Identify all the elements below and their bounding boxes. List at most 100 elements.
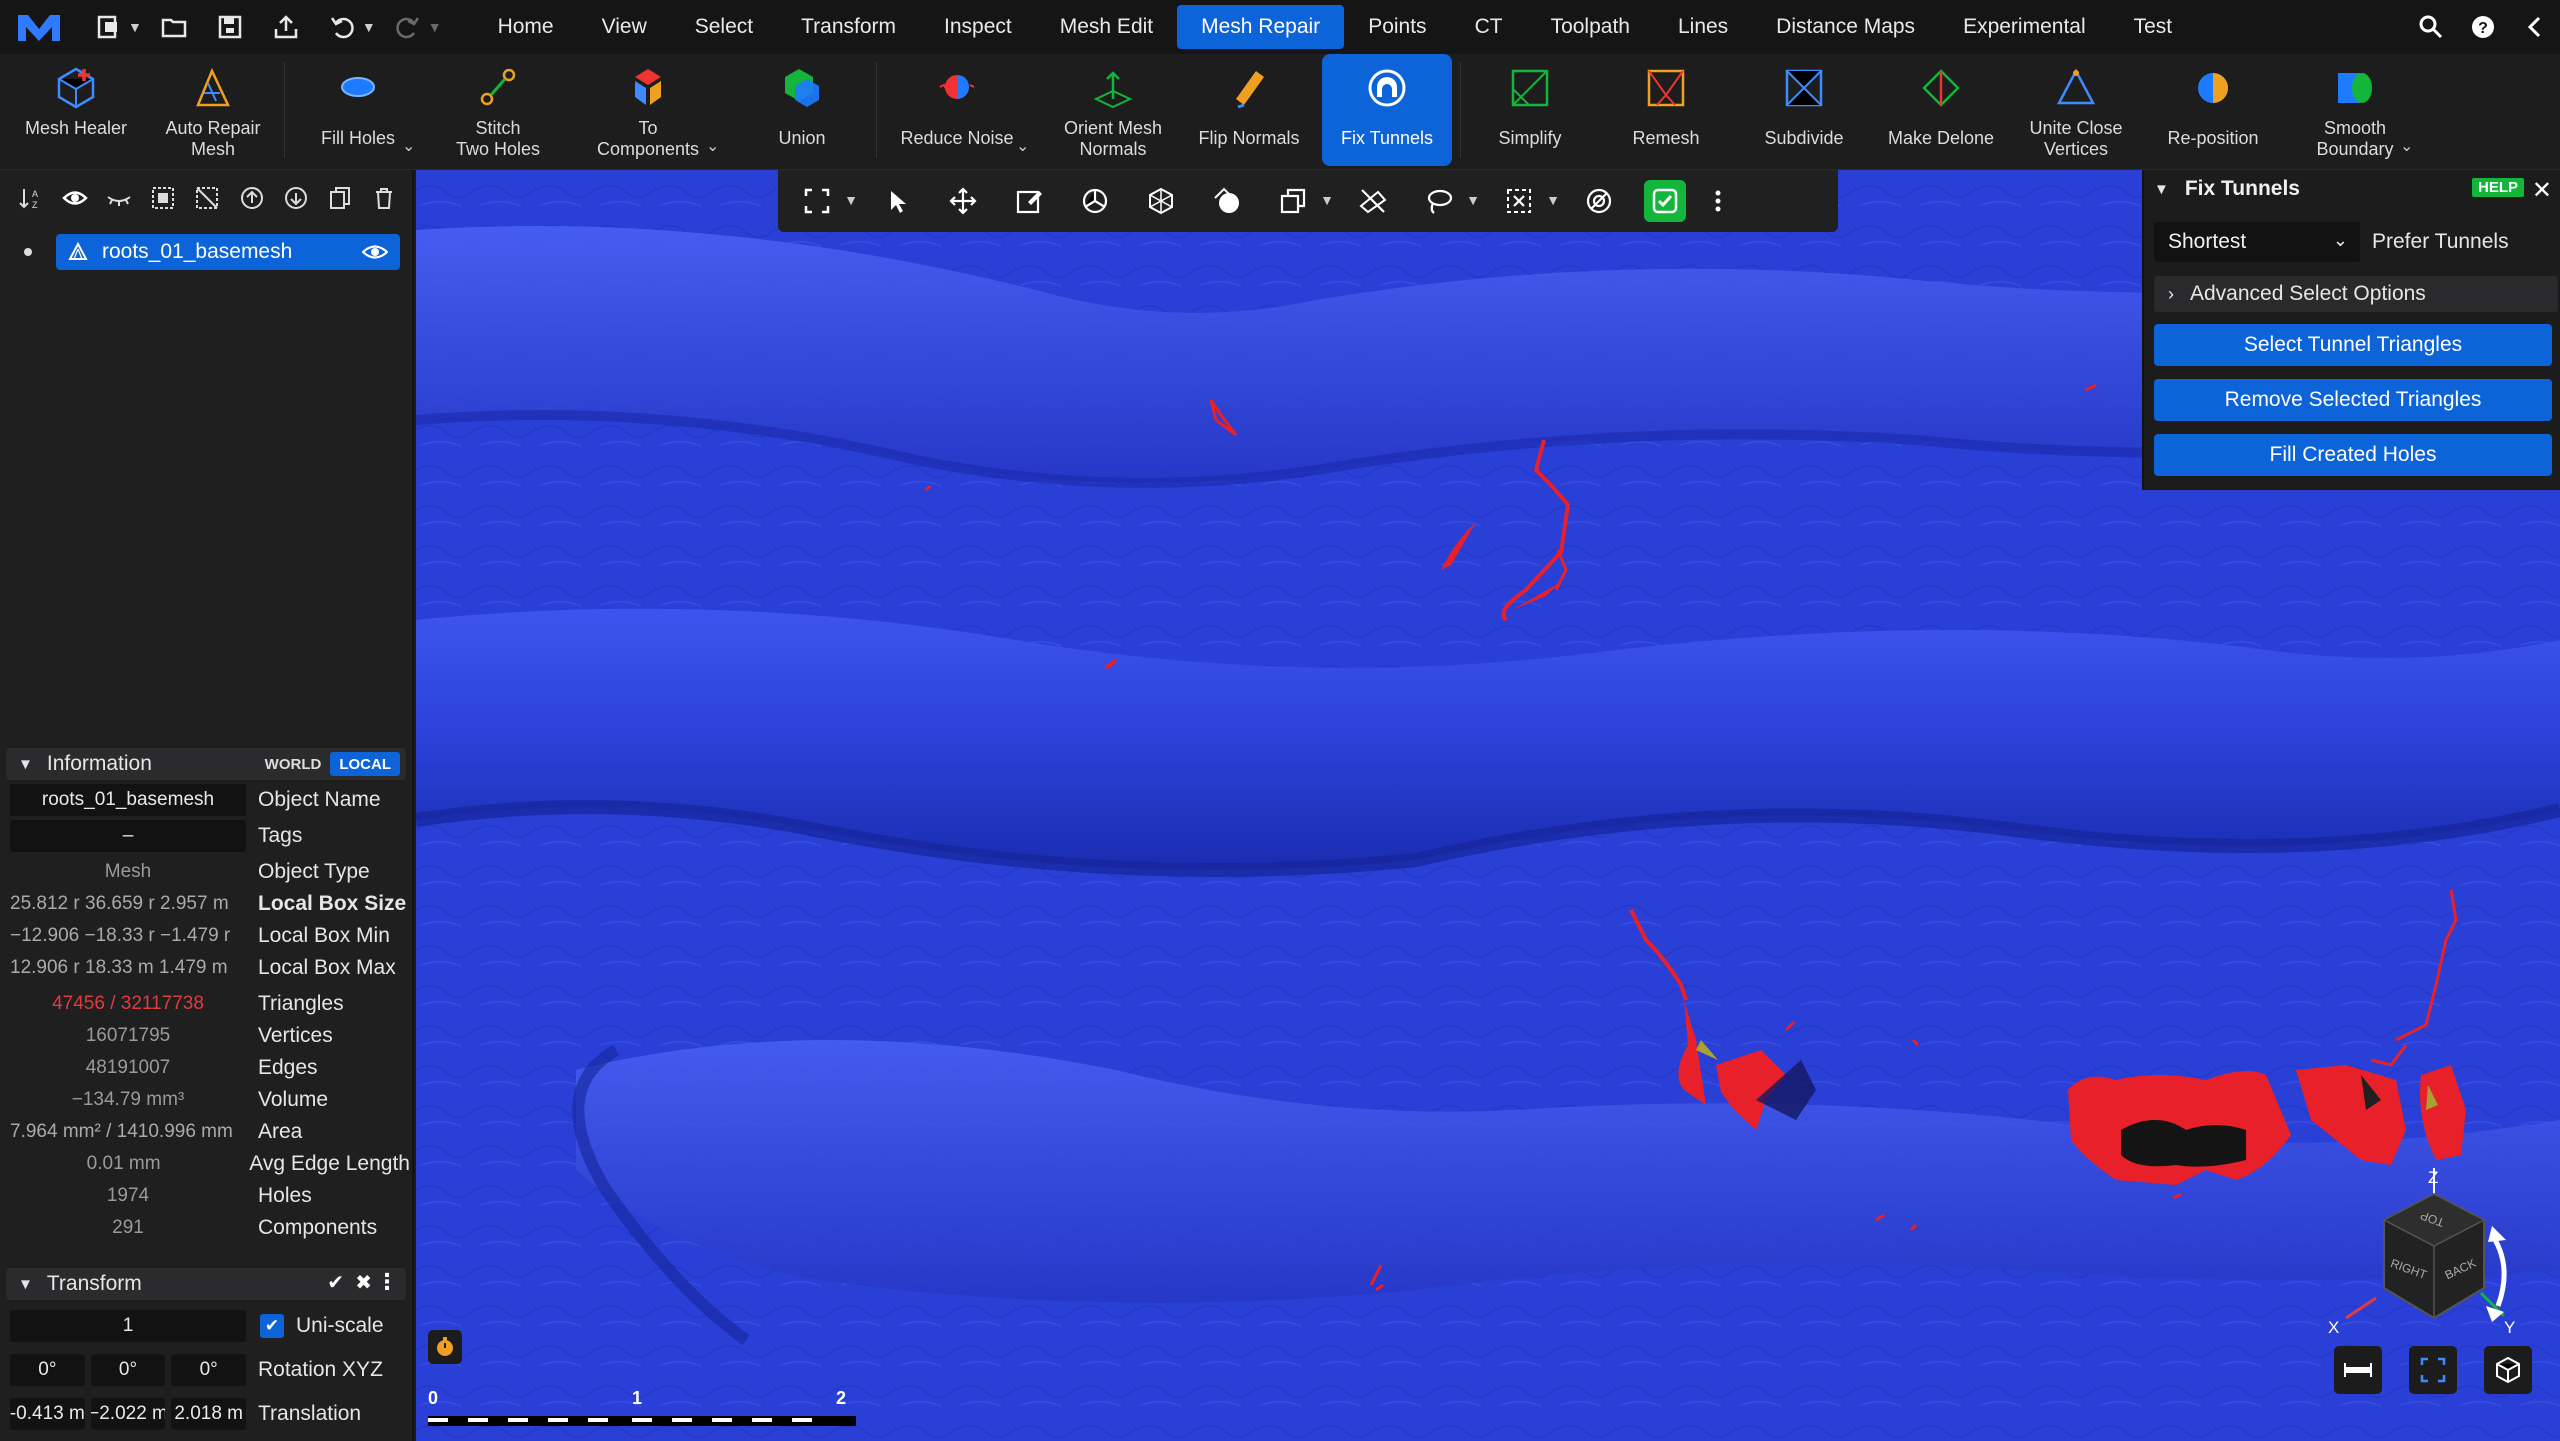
help-badge[interactable]: HELP xyxy=(2471,178,2524,197)
copy-icon[interactable] xyxy=(324,180,357,216)
hide-faces-icon[interactable] xyxy=(1352,180,1394,222)
pointer-icon[interactable] xyxy=(876,180,918,222)
close-icon[interactable]: ✕ xyxy=(2532,176,2552,205)
uniscale-checkbox[interactable]: ✔ xyxy=(260,1314,284,1338)
redo-icon[interactable] xyxy=(386,7,430,47)
fit-camera-icon[interactable] xyxy=(2409,1346,2457,1394)
menu-experimental[interactable]: Experimental xyxy=(1939,5,2110,49)
menu-home[interactable]: Home xyxy=(474,5,578,49)
collapse-icon[interactable] xyxy=(2520,12,2550,42)
tags-field[interactable]: – xyxy=(10,820,246,852)
apply-check-icon[interactable]: ✔ xyxy=(327,1270,344,1295)
menu-transform[interactable]: Transform xyxy=(777,5,920,49)
menu-ct[interactable]: CT xyxy=(1451,5,1527,49)
accept-check-icon[interactable] xyxy=(1644,180,1686,222)
chevron-down-icon[interactable]: ⌄ xyxy=(1016,136,1029,156)
scene-tree-item[interactable]: roots_01_basemesh xyxy=(56,234,400,270)
view-cube[interactable]: Z X Y TOP RIGHT BACK xyxy=(2316,1128,2556,1378)
fix-tunnels-header[interactable]: ▼ Fix Tunnels HELP ✕ xyxy=(2144,170,2560,208)
menu-select[interactable]: Select xyxy=(671,5,777,49)
move-down-icon[interactable] xyxy=(279,180,312,216)
deselect-icon[interactable] xyxy=(191,180,224,216)
chevron-down-icon[interactable]: ▼ xyxy=(428,19,442,35)
move-icon[interactable] xyxy=(942,180,984,222)
menu-inspect[interactable]: Inspect xyxy=(920,5,1036,49)
wireframe-icon[interactable] xyxy=(1140,180,1182,222)
local-toggle[interactable]: LOCAL xyxy=(330,752,400,776)
union-button[interactable]: Union xyxy=(738,54,866,166)
progress-indicator-icon[interactable] xyxy=(428,1330,462,1364)
section-plane-icon[interactable] xyxy=(1074,180,1116,222)
shading-icon[interactable] xyxy=(1206,180,1248,222)
rotation-x-input[interactable]: 0° xyxy=(10,1354,85,1386)
select-tunnel-triangles-button[interactable]: Select Tunnel Triangles xyxy=(2154,324,2552,366)
sort-icon[interactable]: AZ xyxy=(14,180,47,216)
more-options-icon[interactable]: ⋮ xyxy=(376,1269,398,1295)
menu-points[interactable]: Points xyxy=(1344,5,1450,49)
tunnel-mode-select[interactable]: Shortest ⌄ xyxy=(2154,222,2360,262)
new-file-icon[interactable] xyxy=(86,7,130,47)
re-position-button[interactable]: Re-position xyxy=(2150,54,2276,166)
fit-view-icon[interactable]: ▼ xyxy=(796,180,858,222)
menu-test[interactable]: Test xyxy=(2110,5,2197,49)
visibility-eye-icon[interactable] xyxy=(362,241,388,263)
object-name-field[interactable]: roots_01_basemesh xyxy=(10,784,246,816)
save-icon[interactable] xyxy=(208,7,252,47)
advanced-select-options[interactable]: › Advanced Select Options xyxy=(2154,276,2558,312)
edit-icon[interactable] xyxy=(1008,180,1050,222)
remove-selected-triangles-button[interactable]: Remove Selected Triangles xyxy=(2154,379,2552,421)
chevron-down-icon[interactable]: ▼ xyxy=(128,19,142,35)
orient-mesh-normals-button[interactable]: Orient Mesh Normals xyxy=(1048,54,1178,166)
auto-repair-mesh-button[interactable]: Auto Repair Mesh xyxy=(150,54,276,166)
translation-x-input[interactable]: -0.413 m xyxy=(10,1398,85,1430)
lasso-icon[interactable]: ▼ xyxy=(1418,180,1480,222)
select-all-icon[interactable] xyxy=(147,180,180,216)
menu-view[interactable]: View xyxy=(578,5,671,49)
search-icon[interactable] xyxy=(2416,12,2446,42)
stitch-two-holes-button[interactable]: Stitch Two Holes xyxy=(432,54,564,166)
world-toggle[interactable]: WORLD xyxy=(255,752,331,776)
rotation-y-input[interactable]: 0° xyxy=(90,1354,166,1386)
chevron-down-icon[interactable]: ⌄ xyxy=(402,136,415,156)
translation-y-input[interactable]: −2.022 m xyxy=(90,1398,166,1430)
reduce-noise-button[interactable]: Reduce Noise xyxy=(888,54,1026,166)
make-delone-button[interactable]: Make Delone xyxy=(1876,54,2006,166)
menu-mesh-edit[interactable]: Mesh Edit xyxy=(1036,5,1177,49)
rotation-z-input[interactable]: 0° xyxy=(171,1354,247,1386)
camera-mode-icon[interactable]: ▼ xyxy=(1272,180,1334,222)
menu-toolpath[interactable]: Toolpath xyxy=(1527,5,1654,49)
transform-section-header[interactable]: ▼ Transform ✔ ✖ ⋮ xyxy=(6,1268,406,1300)
remesh-button[interactable]: Remesh xyxy=(1606,54,1726,166)
menu-mesh-repair[interactable]: Mesh Repair xyxy=(1177,5,1345,49)
open-folder-icon[interactable] xyxy=(152,7,196,47)
menu-lines[interactable]: Lines xyxy=(1654,5,1752,49)
box-select-icon[interactable]: ▼ xyxy=(1498,180,1560,222)
move-up-icon[interactable] xyxy=(235,180,268,216)
export-icon[interactable] xyxy=(264,7,308,47)
unite-close-vertices-button[interactable]: Unite Close Vertices xyxy=(2012,54,2140,166)
orthographic-icon[interactable] xyxy=(2484,1346,2532,1394)
hide-icon[interactable] xyxy=(102,180,135,216)
menu-distance-maps[interactable]: Distance Maps xyxy=(1752,5,1939,49)
simplify-button[interactable]: Simplify xyxy=(1470,54,1590,166)
reset-x-icon[interactable]: ✖ xyxy=(355,1270,372,1295)
delete-icon[interactable] xyxy=(368,180,401,216)
translation-z-input[interactable]: 2.018 m xyxy=(171,1398,247,1430)
to-components-button[interactable]: To Components xyxy=(576,54,720,166)
show-icon[interactable] xyxy=(58,180,91,216)
fill-created-holes-button[interactable]: Fill Created Holes xyxy=(2154,434,2552,476)
more-options-icon[interactable] xyxy=(1710,180,1726,222)
mesh-healer-button[interactable]: Mesh Healer xyxy=(10,54,142,166)
fix-tunnels-button[interactable]: Fix Tunnels xyxy=(1322,54,1452,166)
measure-icon[interactable] xyxy=(2334,1346,2382,1394)
flip-normals-button[interactable]: Flip Normals xyxy=(1188,54,1310,166)
chevron-down-icon[interactable]: ⌄ xyxy=(2400,136,2413,156)
information-section-header[interactable]: ▼ Information WORLD LOCAL xyxy=(6,748,406,780)
chevron-down-icon[interactable]: ▼ xyxy=(362,19,376,35)
undo-icon[interactable] xyxy=(320,7,364,47)
chevron-down-icon[interactable]: ⌄ xyxy=(706,136,719,156)
help-icon[interactable]: ? xyxy=(2468,12,2498,42)
subdivide-button[interactable]: Subdivide xyxy=(1742,54,1866,166)
scale-input[interactable]: 1 xyxy=(10,1310,246,1342)
settings-icon[interactable] xyxy=(1578,180,1620,222)
